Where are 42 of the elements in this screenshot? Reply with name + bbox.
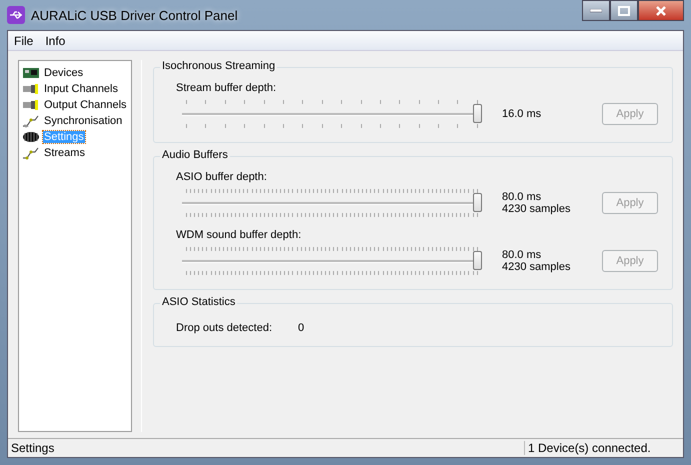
slider-thumb[interactable] — [473, 104, 482, 123]
stat-value: 0 — [298, 322, 304, 334]
minimize-button[interactable] — [582, 0, 610, 21]
slider-thumb[interactable] — [473, 193, 482, 212]
usb-icon — [7, 6, 25, 24]
status-text: 1 Device(s) connected. — [524, 441, 683, 455]
close-button[interactable] — [638, 0, 684, 21]
status-text: Settings — [10, 441, 56, 455]
chip-icon — [22, 130, 40, 144]
group-title: ASIO Statistics — [160, 296, 238, 308]
minimize-icon — [590, 8, 602, 12]
plug-icon — [22, 82, 40, 96]
menu-item[interactable]: File — [8, 34, 40, 48]
slider-thumb[interactable] — [473, 251, 482, 270]
slider-value: 80.0 ms — [502, 191, 542, 203]
tree-item[interactable]: Devices — [43, 67, 84, 79]
slider[interactable] — [182, 245, 482, 277]
slider-value: 4230 samples — [502, 261, 572, 273]
slider-value: 4230 samples — [502, 203, 572, 215]
slider-value: 80.0 ms — [502, 249, 542, 261]
maximize-icon — [618, 6, 630, 16]
tree-item[interactable]: Input Channels — [43, 83, 119, 95]
menu-item[interactable]: Info — [39, 34, 72, 48]
stat-label: Drop outs detected: — [176, 322, 272, 334]
tree-item[interactable]: Streams — [43, 147, 86, 159]
plug-icon — [22, 98, 40, 112]
tree-item[interactable]: Synchronisation — [43, 115, 124, 127]
slider[interactable] — [182, 187, 482, 219]
maximize-button[interactable] — [610, 0, 638, 21]
window-title: AURALiC USB Driver Control Panel — [31, 8, 238, 22]
signal-icon — [22, 146, 40, 160]
slider-value: 16.0 ms — [502, 108, 542, 120]
group-title: Audio Buffers — [160, 149, 230, 161]
slider-label: Stream buffer depth: — [176, 82, 278, 94]
tree-item[interactable]: Output Channels — [43, 99, 128, 111]
slider-label: ASIO buffer depth: — [176, 171, 268, 183]
slider[interactable] — [182, 98, 482, 130]
group-title: Isochronous Streaming — [160, 60, 278, 72]
signal-icon — [22, 114, 40, 128]
circuit-board-icon — [22, 66, 40, 80]
close-icon — [655, 6, 667, 16]
slider-label: WDM sound buffer depth: — [176, 229, 302, 241]
